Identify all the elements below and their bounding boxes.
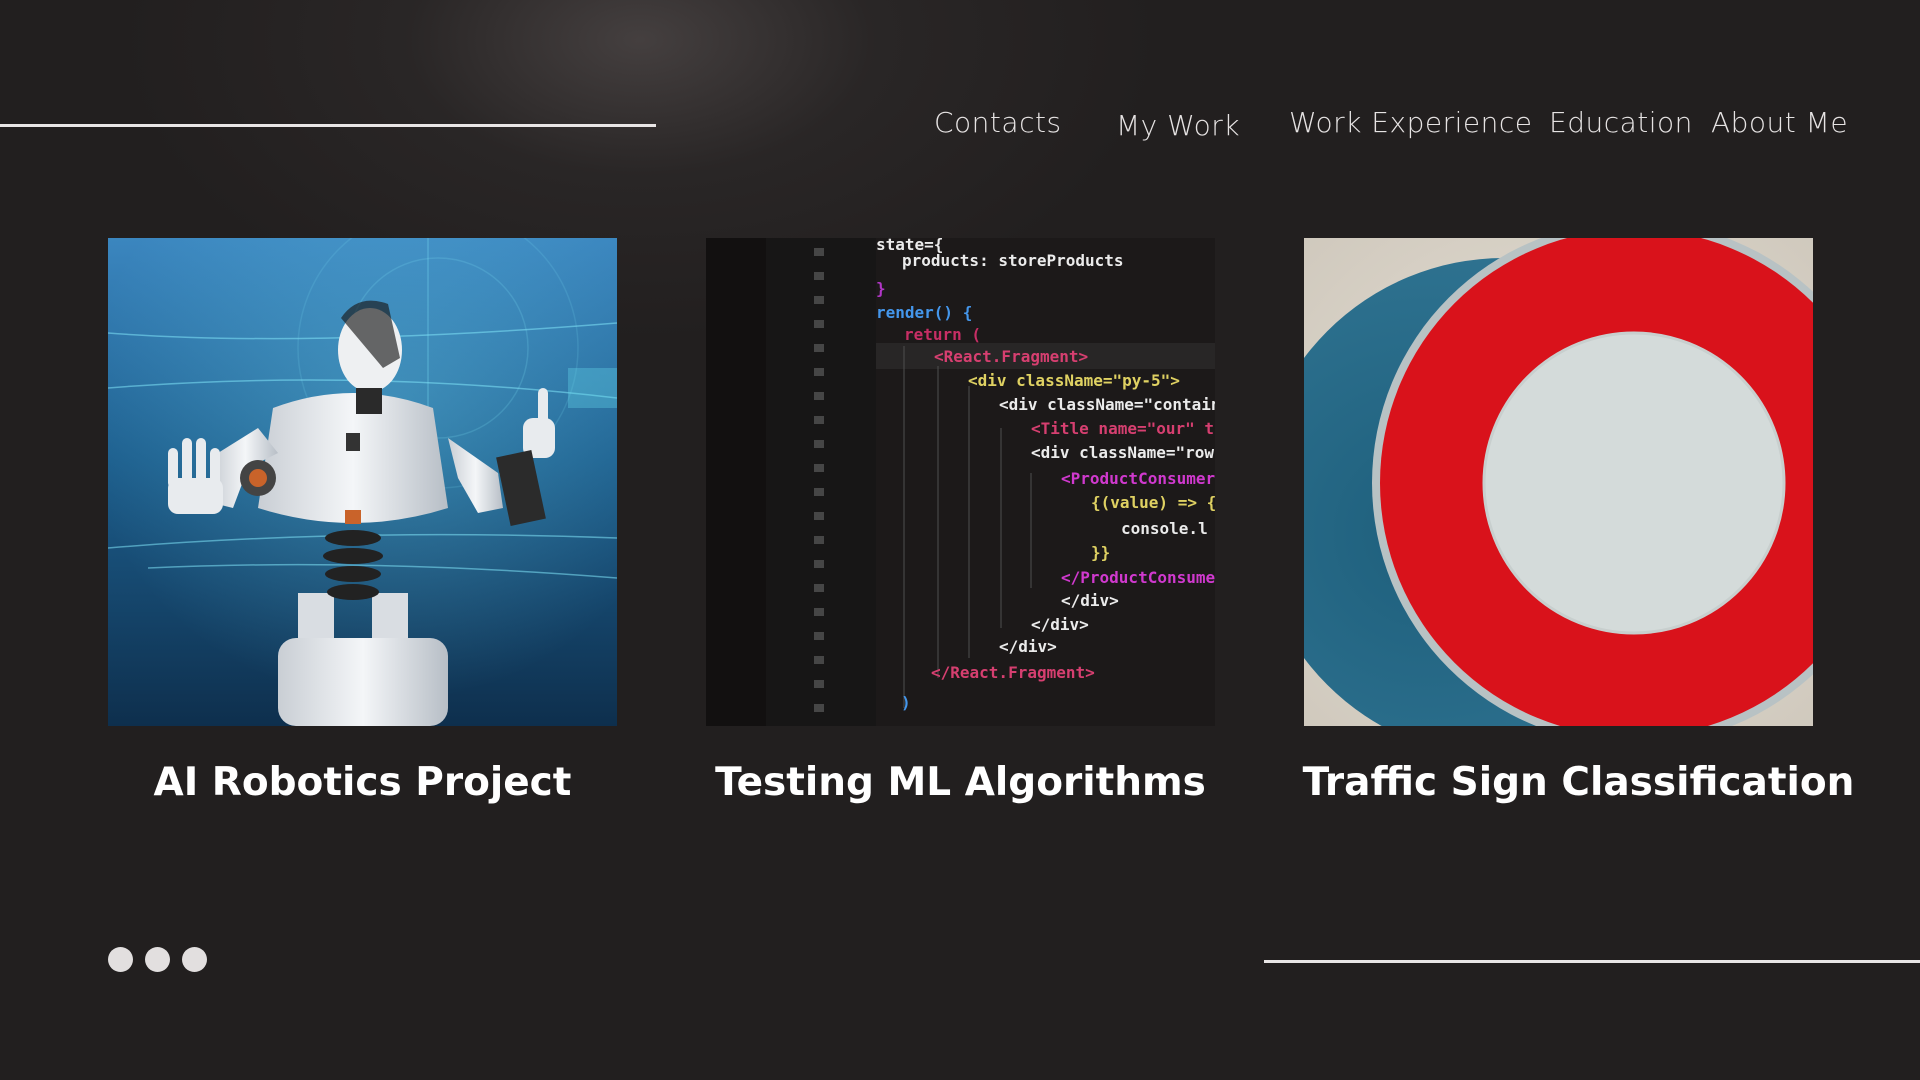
project-title[interactable]: Testing ML Algorithms — [646, 760, 1275, 805]
nav-contacts[interactable]: Contacts — [934, 106, 1062, 139]
robot-photo[interactable] — [108, 238, 617, 726]
bottom-divider-line — [1264, 960, 1920, 963]
traffic-sign-photo[interactable] — [1304, 238, 1813, 726]
code-editor-illustration: state={ products: storeProducts } render… — [706, 238, 1215, 726]
project-title[interactable]: AI Robotics Project — [48, 760, 677, 805]
pagination-dots — [108, 947, 207, 973]
nav-about-me[interactable]: About Me — [1711, 106, 1848, 139]
project-title[interactable]: Traffic Sign Classification — [1264, 760, 1893, 805]
project-card-ml-algorithms[interactable]: state={ products: storeProducts } render… — [706, 238, 1215, 805]
project-card-traffic-sign[interactable]: Traffic Sign Classification — [1303, 238, 1854, 805]
code-screen-photo[interactable]: state={ products: storeProducts } render… — [706, 238, 1215, 726]
top-navigation: Contacts My Work Work Experience Educati… — [0, 104, 1920, 148]
pagination-dot[interactable] — [182, 947, 207, 972]
nav-work-experience[interactable]: Work Experience — [1289, 106, 1532, 139]
portfolio-page: Contacts My Work Work Experience Educati… — [0, 0, 1920, 1080]
nav-education[interactable]: Education — [1549, 106, 1693, 139]
pagination-dot[interactable] — [108, 947, 133, 972]
nav-my-work[interactable]: My Work — [1116, 109, 1240, 142]
robot-illustration — [108, 238, 617, 726]
no-entry-sign-illustration — [1304, 238, 1813, 726]
pagination-dot[interactable] — [145, 947, 170, 972]
project-card-ai-robotics[interactable]: AI Robotics Project — [108, 238, 617, 805]
